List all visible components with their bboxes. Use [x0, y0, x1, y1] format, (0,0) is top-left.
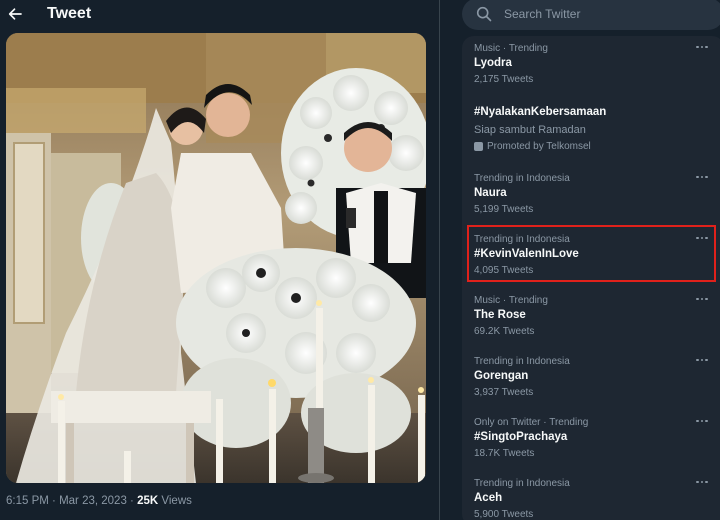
trend-count: 4,095 Tweets: [474, 265, 534, 276]
tweet-date[interactable]: Mar 23, 2023: [59, 495, 127, 507]
promoted-icon: [474, 142, 483, 151]
trend-name: Gorengan: [474, 370, 529, 382]
trend-count: 2,175 Tweets: [474, 74, 534, 85]
more-icon[interactable]: [694, 294, 710, 304]
trend-context: Music · Trending: [474, 295, 548, 306]
trend-item[interactable]: Music · Trending Lyodra 2,175 Tweets: [462, 36, 720, 94]
promoted-description: Siap sambut Ramadan: [474, 124, 586, 136]
search-box[interactable]: [462, 0, 720, 30]
views-count: 25K: [137, 495, 159, 507]
trend-name: #NyalakanKebersamaan: [474, 106, 607, 118]
trend-context: Trending in Indonesia: [474, 478, 570, 489]
more-icon[interactable]: [694, 233, 710, 243]
trend-item[interactable]: Trending in Indonesia Naura 5,199 Tweets: [462, 166, 720, 224]
tweet-time[interactable]: 6:15 PM: [6, 495, 49, 507]
trend-context: Trending in Indonesia: [474, 173, 570, 184]
tweet-header: Tweet: [0, 0, 440, 30]
page-title: Tweet: [47, 5, 92, 22]
promoted-label: Promoted by Telkomsel: [474, 141, 591, 152]
tweet-column: Tweet 6:15 PM · Mar 23, 2023 · 25K Views: [0, 0, 440, 520]
more-icon[interactable]: [694, 416, 710, 426]
trend-count: 5,900 Tweets: [474, 509, 534, 520]
back-arrow-icon[interactable]: [4, 3, 26, 25]
meta-separator: ·: [130, 495, 134, 507]
promoted-trend[interactable]: #NyalakanKebersamaan Siap sambut Ramadan…: [462, 94, 720, 160]
tweet-metadata: 6:15 PM · Mar 23, 2023 · 25K Views: [6, 495, 192, 507]
search-input[interactable]: [504, 5, 704, 23]
trend-context: Trending in Indonesia: [474, 356, 570, 367]
trend-context: Only on Twitter · Trending: [474, 417, 589, 428]
trend-name: #SingtoPrachaya: [474, 431, 568, 443]
trend-count: 69.2K Tweets: [474, 326, 535, 337]
meta-separator: ·: [52, 495, 56, 507]
trend-item[interactable]: Trending in Indonesia Gorengan 3,937 Twe…: [462, 349, 720, 407]
trend-context: Trending in Indonesia: [474, 234, 570, 245]
sidebar: Music · Trending Lyodra 2,175 Tweets #Ny…: [441, 0, 720, 520]
more-icon[interactable]: [694, 355, 710, 365]
promoted-by-text: Promoted by Telkomsel: [487, 141, 591, 152]
trend-item[interactable]: Trending in Indonesia Aceh 5,900 Tweets: [462, 471, 720, 520]
trend-count: 3,937 Tweets: [474, 387, 534, 398]
more-icon[interactable]: [694, 477, 710, 487]
trend-count: 5,199 Tweets: [474, 204, 534, 215]
trend-count: 18.7K Tweets: [474, 448, 535, 459]
trend-name: Lyodra: [474, 57, 512, 69]
trend-name: Naura: [474, 187, 507, 199]
trend-name: Aceh: [474, 492, 503, 504]
trend-item[interactable]: Trending in Indonesia #KevinValenInLove …: [462, 227, 720, 285]
trend-name: #KevinValenInLove: [474, 248, 579, 260]
trend-context: Music · Trending: [474, 43, 548, 54]
trend-item[interactable]: Music · Trending The Rose 69.2K Tweets: [462, 288, 720, 346]
more-icon[interactable]: [694, 42, 710, 52]
more-icon[interactable]: [694, 172, 710, 182]
trends-panel: Music · Trending Lyodra 2,175 Tweets #Ny…: [462, 36, 720, 520]
trend-item[interactable]: Only on Twitter · Trending #SingtoPracha…: [462, 410, 720, 468]
views-label: Views: [161, 495, 192, 507]
tweet-photo[interactable]: [6, 33, 426, 483]
search-icon: [476, 6, 492, 22]
trend-name: The Rose: [474, 309, 526, 321]
twitter-page: Tweet 6:15 PM · Mar 23, 2023 · 25K Views…: [0, 0, 720, 520]
